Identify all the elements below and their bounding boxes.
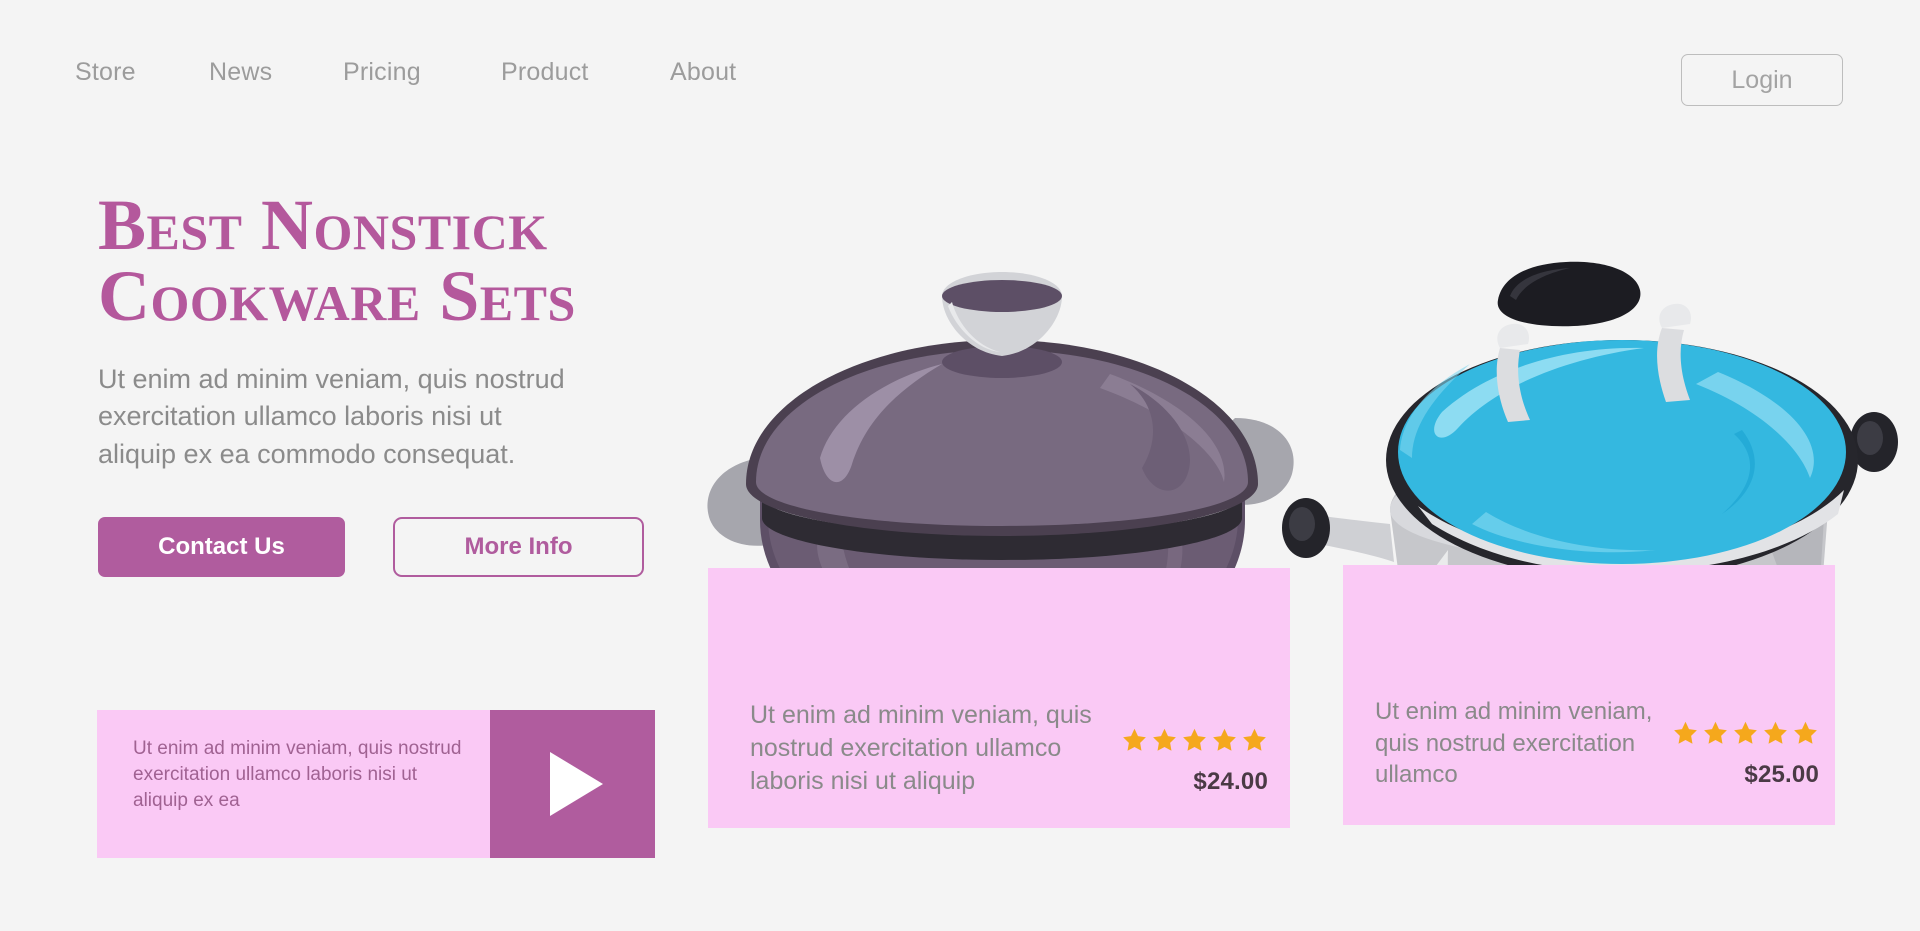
headline-line-1: Best Nonstick	[98, 185, 548, 265]
product-card-1-content: Ut enim ad minim veniam, quis nostrud ex…	[708, 699, 1290, 828]
more-info-button[interactable]: More Info	[393, 516, 644, 577]
star-icon	[1764, 721, 1787, 744]
page-title: Best Nonstick Cookware Sets	[98, 189, 718, 336]
product-1-meta: $24.00	[1121, 727, 1268, 798]
hero-section: Best Nonstick Cookware Sets Ut enim ad m…	[98, 189, 718, 577]
product-1-rating	[1121, 727, 1268, 754]
star-icon	[1734, 721, 1757, 744]
landing-page: Store News Pricing Product About Login B…	[0, 0, 1920, 931]
login-button[interactable]: Login	[1681, 54, 1843, 106]
star-icon	[1153, 728, 1176, 751]
play-icon	[550, 752, 603, 816]
nav-item-pricing[interactable]: Pricing	[343, 58, 501, 87]
nav-item-product[interactable]: Product	[501, 58, 670, 87]
product-1-price: $24.00	[1193, 768, 1268, 795]
hero-subtext: Ut enim ad minim veniam, quis nostrud ex…	[98, 364, 565, 469]
star-icon	[1243, 728, 1266, 751]
product-1-description: Ut enim ad minim veniam, quis nostrud ex…	[750, 701, 1092, 795]
star-icon	[1674, 721, 1697, 744]
star-icon	[1183, 728, 1206, 751]
nav-item-about[interactable]: About	[670, 58, 790, 87]
video-card-text: Ut enim ad minim veniam, quis nostrud ex…	[133, 738, 462, 811]
product-card-1[interactable]: Ut enim ad minim veniam, quis nostrud ex…	[708, 568, 1290, 828]
headline-line-2: Cookware Sets	[98, 255, 576, 336]
top-navigation: Store News Pricing Product About Login	[0, 0, 1920, 120]
nav-links: Store News Pricing Product About	[75, 58, 790, 87]
star-icon	[1123, 728, 1146, 751]
product-card-2-content: Ut enim ad minim veniam, quis nostrud ex…	[1343, 696, 1835, 825]
product-2-meta: $25.00	[1672, 720, 1819, 791]
star-icon	[1794, 721, 1817, 744]
star-icon	[1704, 721, 1727, 744]
nav-item-news[interactable]: News	[209, 58, 343, 87]
hero-cta-row: Contact Us More Info	[98, 516, 718, 577]
video-play-button[interactable]	[490, 710, 655, 858]
contact-us-button[interactable]: Contact Us	[98, 516, 345, 577]
star-icon	[1213, 728, 1236, 751]
nav-item-store[interactable]: Store	[75, 58, 209, 87]
product-card-2[interactable]: Ut enim ad minim veniam, quis nostrud ex…	[1343, 565, 1835, 825]
product-2-rating	[1672, 720, 1819, 747]
product-2-description: Ut enim ad minim veniam, quis nostrud ex…	[1375, 697, 1653, 789]
video-promo-card[interactable]: Ut enim ad minim veniam, quis nostrud ex…	[97, 710, 655, 858]
product-2-price: $25.00	[1744, 761, 1819, 788]
